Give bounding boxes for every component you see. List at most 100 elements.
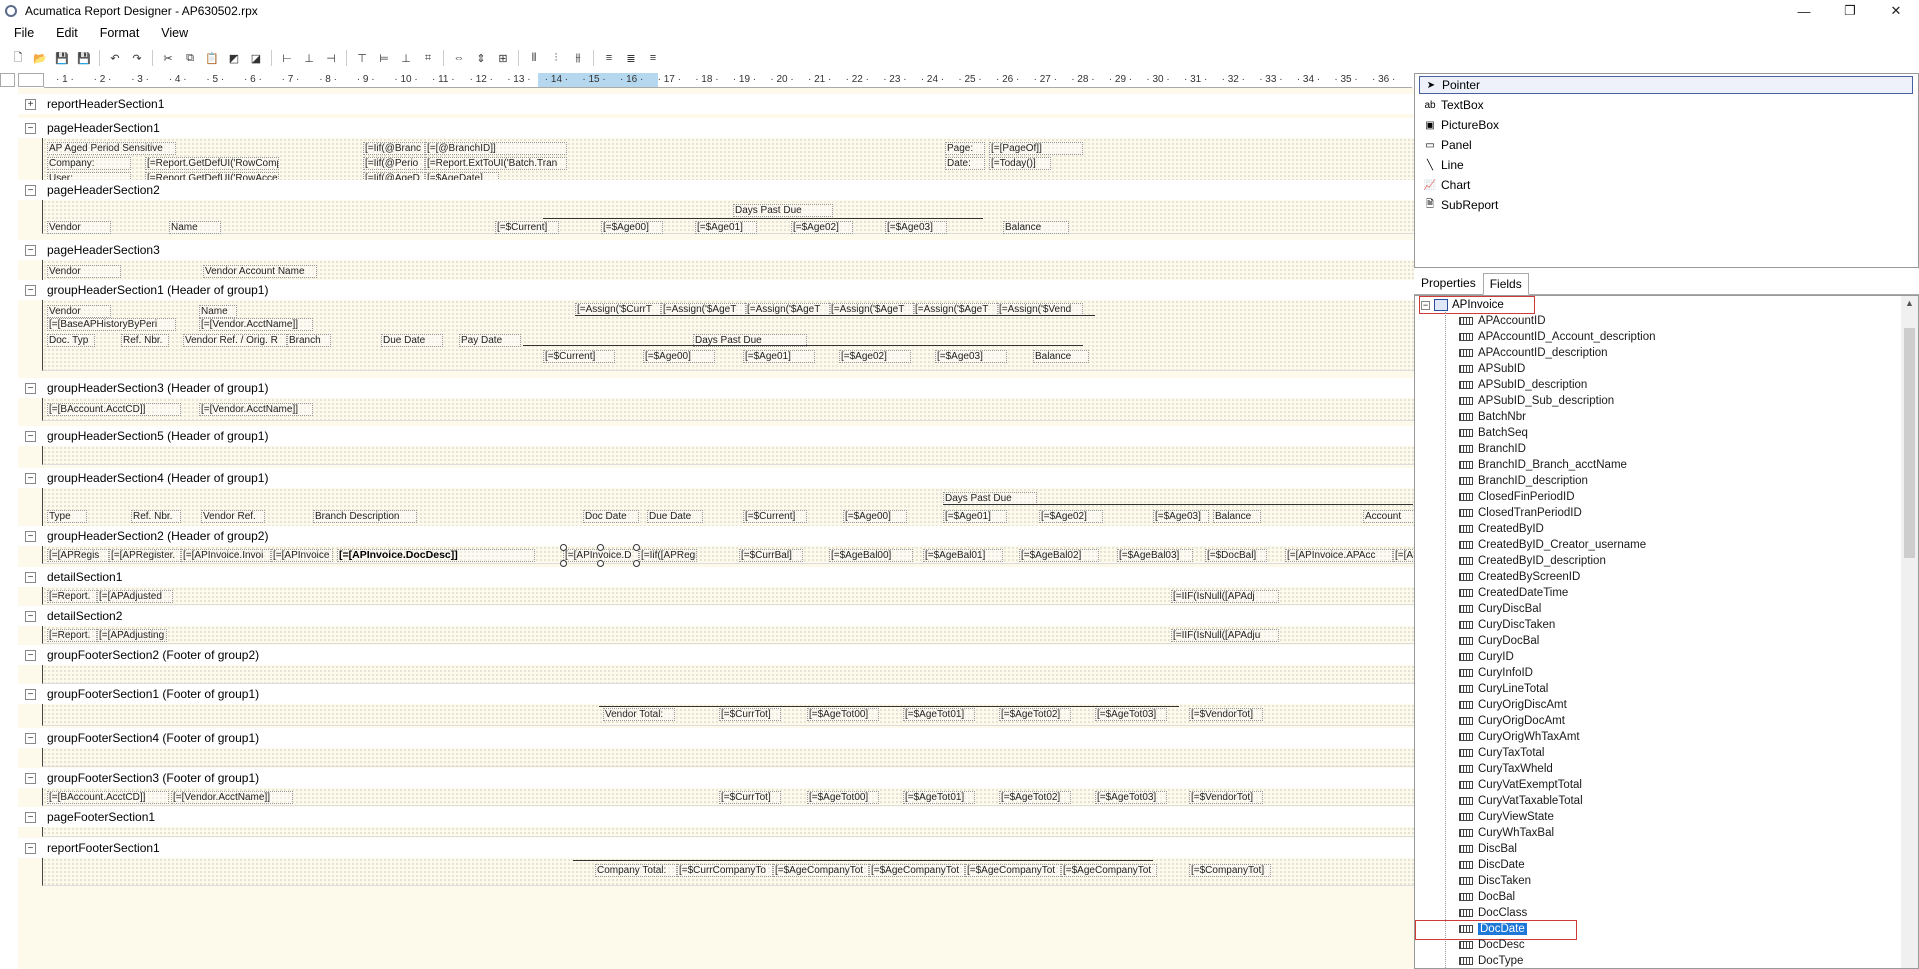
report-textbox[interactable]: [=[BAccount.AcctCD]]: [47, 403, 181, 416]
section-band[interactable]: [=Report. [=[APAdjusting [=IIF(IsNull([APA…: [42, 626, 1414, 644]
section-band[interactable]: [=[BAccount.AcctCD]] [=[Vendor.AcctName]]…: [42, 788, 1414, 806]
scroll-up-icon[interactable]: ▲: [1905, 298, 1914, 308]
section-header[interactable]: − detailSection1: [18, 567, 1414, 587]
report-textbox[interactable]: [=$DocBal]: [1205, 549, 1267, 562]
report-line[interactable]: [523, 345, 1083, 346]
report-textbox[interactable]: [=$CurrTot]: [719, 791, 781, 804]
tree-field-item[interactable]: CuryWhTaxBal: [1459, 825, 1554, 841]
tree-field-item[interactable]: DocType: [1459, 953, 1523, 968]
tree-field-item[interactable]: CuryOrigDocAmt: [1459, 713, 1565, 729]
selection-handle[interactable]: [633, 544, 640, 551]
menu-file[interactable]: File: [0, 26, 42, 40]
report-textbox[interactable]: [=Iif(@Branc: [363, 142, 425, 155]
vertical-scrollbar[interactable]: ▲: [1901, 296, 1918, 968]
report-textbox[interactable]: Vendor: [47, 265, 121, 278]
report-textbox[interactable]: [=[@BranchID]]: [425, 142, 567, 155]
collapse-icon[interactable]: −: [25, 732, 36, 744]
tree-field-item[interactable]: BatchSeq: [1459, 425, 1528, 441]
report-textbox[interactable]: [=Iif(@Perio: [363, 157, 425, 170]
report-textbox[interactable]: [=$AgeTot02]: [999, 708, 1071, 721]
report-textbox[interactable]: Type: [47, 510, 87, 523]
collapse-icon[interactable]: −: [25, 122, 36, 134]
same-size-icon[interactable]: ⊞: [495, 50, 511, 66]
selection-handle[interactable]: [560, 544, 567, 551]
tree-field-item[interactable]: CreatedByScreenID: [1459, 569, 1580, 585]
report-textbox[interactable]: [=$AgeCompanyTot: [869, 864, 965, 877]
tree-field-item[interactable]: APSubID_Sub_description: [1459, 393, 1614, 409]
report-line[interactable]: [599, 706, 1179, 707]
report-textbox[interactable]: [=Iif([APRegi: [639, 549, 697, 562]
tree-field-item[interactable]: DiscTaken: [1459, 873, 1531, 889]
section-band[interactable]: AP Aged Period Sensitive [=Iif(@Branc [=[@…: [42, 138, 1414, 185]
section-header[interactable]: − groupHeaderSection2 (Header of group2): [18, 526, 1414, 546]
cut-icon[interactable]: ✂: [160, 50, 176, 66]
collapse-icon[interactable]: −: [25, 610, 36, 622]
report-textbox[interactable]: [=[APRegister.: [109, 549, 181, 562]
toolbox-item-pointer[interactable]: ➤ Pointer: [1419, 76, 1913, 94]
tree-field-item[interactable]: CuryOrigWhTaxAmt: [1459, 729, 1580, 745]
report-textbox[interactable]: [=[APRegis: [47, 549, 109, 562]
report-textbox[interactable]: [=[Vendor.AcctName]]: [171, 791, 293, 804]
report-textbox[interactable]: [=[Vendor.AcctName]]: [199, 403, 313, 416]
report-textbox[interactable]: [=$CompanyTot]: [1189, 864, 1271, 877]
section-header[interactable]: − reportFooterSection1: [18, 838, 1414, 858]
report-textbox[interactable]: [=IIF(IsNull([APAdju: [1171, 629, 1279, 642]
redo-icon[interactable]: ↷: [129, 50, 145, 66]
report-textbox[interactable]: [=$AgeTot01]: [903, 791, 975, 804]
report-textbox[interactable]: [=[APInvoice: [271, 549, 333, 562]
report-textbox[interactable]: [=Report.GetDefUI('RowCompanyB: [145, 157, 279, 170]
tree-field-item[interactable]: CreatedByID: [1459, 521, 1544, 537]
section-header[interactable]: − groupHeaderSection3 (Header of group1): [18, 378, 1414, 398]
bring-front-icon[interactable]: ◩: [226, 50, 242, 66]
tree-field-item[interactable]: CuryID: [1459, 649, 1514, 665]
report-textbox[interactable]: Company Total:: [595, 864, 677, 877]
report-textbox[interactable]: [=$Age02]: [1039, 510, 1103, 523]
section-band[interactable]: [42, 748, 1414, 767]
report-textbox[interactable]: [=$Age03]: [885, 221, 947, 234]
section-header[interactable]: − groupFooterSection4 (Footer of group1): [18, 728, 1414, 748]
section-header[interactable]: − groupHeaderSection5 (Header of group1): [18, 426, 1414, 446]
tree-field-item[interactable]: CuryDocBal: [1459, 633, 1539, 649]
tree-field-item[interactable]: CuryInfoID: [1459, 665, 1533, 681]
tree-field-item[interactable]: CuryDiscTaken: [1459, 617, 1555, 633]
toolbox-item-panel[interactable]: ▭ Panel: [1419, 136, 1913, 154]
save-icon[interactable]: 💾: [54, 50, 70, 66]
menu-edit[interactable]: Edit: [42, 26, 86, 40]
report-textbox[interactable]: [=[APInvoice.DocDesc]]: [337, 549, 535, 562]
report-textbox[interactable]: [=$Age01]: [943, 510, 1007, 523]
report-textbox[interactable]: [=$Current]: [543, 350, 615, 363]
report-textbox[interactable]: [=$AgeTot00]: [807, 708, 879, 721]
report-textbox[interactable]: [=$AgeTot01]: [903, 708, 975, 721]
copy-icon[interactable]: ⧉: [182, 50, 198, 66]
report-textbox[interactable]: [=$Age01]: [743, 350, 815, 363]
section-header[interactable]: − groupFooterSection1 (Footer of group1): [18, 684, 1414, 704]
report-textbox[interactable]: Doc. Typ: [47, 334, 95, 347]
maximize-button[interactable]: ❐: [1827, 0, 1873, 22]
section-band[interactable]: Vendor Total: [=$CurrTot] [=$AgeTot00] [=$A…: [42, 704, 1414, 726]
tab-properties[interactable]: Properties: [1414, 272, 1483, 294]
report-textbox[interactable]: [=$Current]: [743, 510, 807, 523]
tree-field-item[interactable]: ClosedFinPeriodID: [1459, 489, 1575, 505]
toolbox-item-chart[interactable]: 📈 Chart: [1419, 176, 1913, 194]
section-band[interactable]: Days Past Due Vendor Name [=$Current] [=$Age…: [42, 200, 1414, 234]
report-textbox[interactable]: [=$VendorTot]: [1189, 791, 1263, 804]
hspace-decrease-icon[interactable]: ⫵: [570, 50, 586, 66]
collapse-icon[interactable]: −: [25, 284, 36, 296]
tree-field-item[interactable]: CreatedByID_description: [1459, 553, 1606, 569]
collapse-icon[interactable]: −: [25, 184, 36, 196]
menu-view[interactable]: View: [147, 26, 196, 40]
report-textbox[interactable]: Page:: [945, 142, 985, 155]
tree-field-item[interactable]: CuryViewState: [1459, 809, 1554, 825]
tree-field-item[interactable]: APAccountID_description: [1459, 345, 1608, 361]
report-textbox[interactable]: Vendor Ref. / Orig. R: [183, 334, 287, 347]
tree-field-item[interactable]: APSubID_description: [1459, 377, 1587, 393]
align-top-icon[interactable]: ⊤: [354, 50, 370, 66]
section-header[interactable]: − groupHeaderSection4 (Header of group1): [18, 468, 1414, 488]
report-textbox[interactable]: [=$CurrTot]: [719, 708, 781, 721]
tree-field-item[interactable]: APAccountID: [1459, 313, 1546, 329]
undo-icon[interactable]: ↶: [107, 50, 123, 66]
align-center-icon[interactable]: ⊥: [301, 50, 317, 66]
section-band[interactable]: [=[APRegis [=[APRegister. [=[APInvoice.Inv…: [42, 544, 1414, 567]
tree-field-item[interactable]: DocClass: [1459, 905, 1527, 921]
report-textbox[interactable]: [=[APAdjusted: [97, 590, 173, 603]
